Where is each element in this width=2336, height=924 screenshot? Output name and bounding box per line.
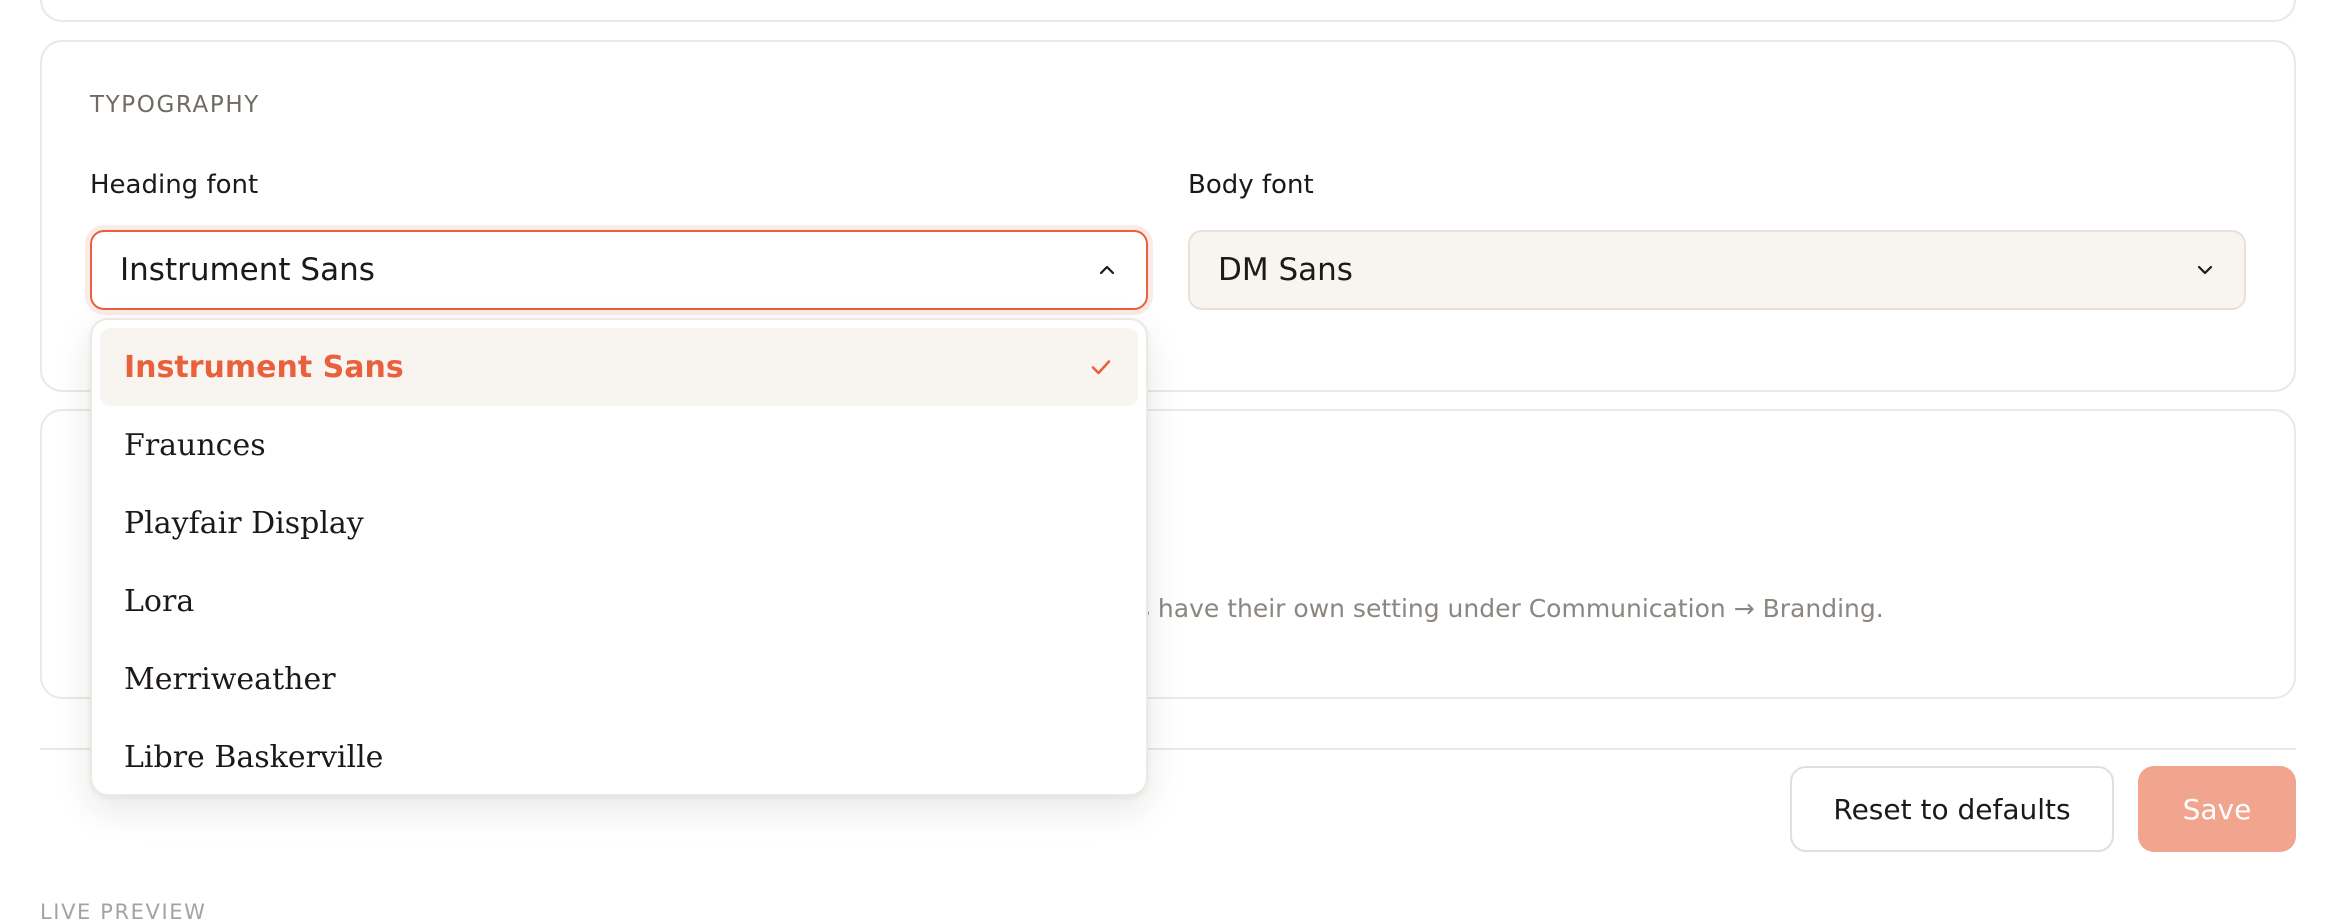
check-icon [1088,354,1114,380]
chevron-down-icon [2194,259,2216,281]
body-font-label: Body font [1188,170,1314,200]
font-option-playfair-display[interactable]: Playfair Display [100,484,1138,562]
font-option-lora[interactable]: Lora [100,562,1138,640]
font-option-label: Playfair Display [124,505,364,541]
font-option-label: Fraunces [124,427,266,463]
font-option-libre-baskerville[interactable]: Libre Baskerville [100,718,1138,796]
font-option-label: Lora [124,583,195,619]
heading-font-value: Instrument Sans [120,252,375,288]
live-preview-label: LIVE PREVIEW [40,900,207,924]
branding-hint-text: ls have their own setting under Communic… [1130,594,1884,623]
body-font-value: DM Sans [1218,252,1353,288]
reset-to-defaults-button[interactable]: Reset to defaults [1790,766,2114,852]
heading-font-label: Heading font [90,170,259,200]
save-button[interactable]: Save [2138,766,2296,852]
font-option-label: Instrument Sans [124,349,404,385]
heading-font-select[interactable]: Instrument Sans [90,230,1148,310]
font-option-instrument-sans[interactable]: Instrument Sans [100,328,1138,406]
chevron-up-icon [1096,259,1118,281]
font-option-fraunces[interactable]: Fraunces [100,406,1138,484]
heading-font-dropdown: Instrument Sans Fraunces Playfair Displa… [90,318,1148,796]
previous-settings-card [40,0,2296,22]
body-font-select[interactable]: DM Sans [1188,230,2246,310]
font-option-merriweather[interactable]: Merriweather [100,640,1138,718]
typography-section-title: TYPOGRAPHY [90,92,260,118]
font-option-label: Libre Baskerville [124,739,384,775]
font-option-label: Merriweather [124,661,336,697]
